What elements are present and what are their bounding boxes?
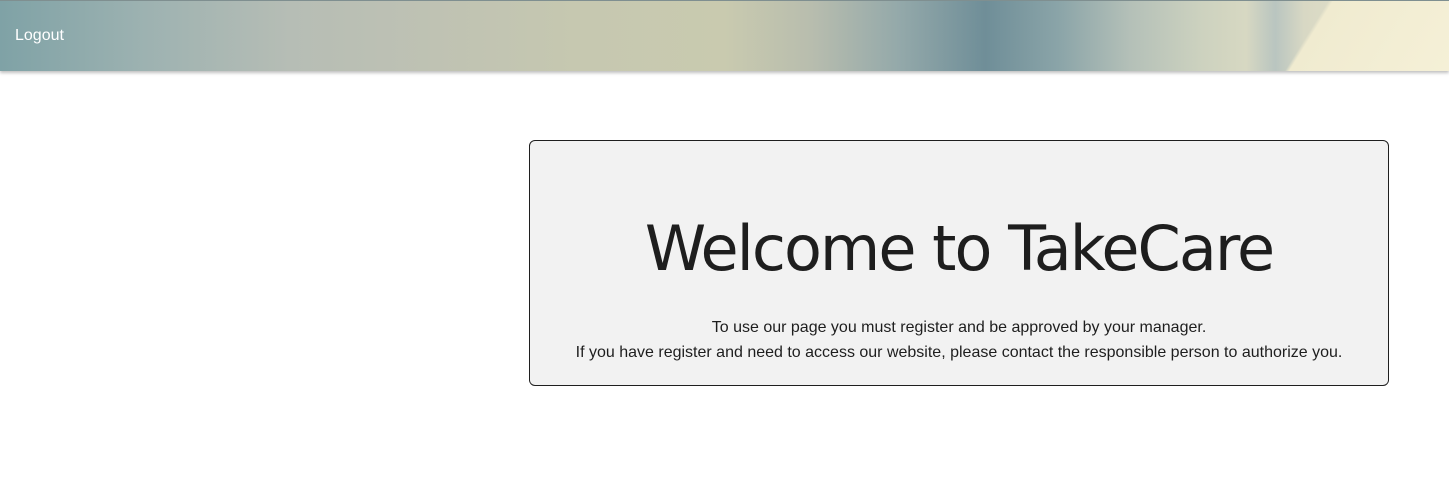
welcome-message-line-1: To use our page you must register and be… <box>711 319 1207 336</box>
top-navbar: Logout <box>0 0 1449 71</box>
welcome-message: To use our page you must register and be… <box>530 315 1388 365</box>
welcome-card: Welcome to TakeCare To use our page you … <box>529 140 1389 386</box>
welcome-message-line-2: If you have register and need to access … <box>575 344 1343 361</box>
logout-link[interactable]: Logout <box>15 27 64 45</box>
welcome-title: Welcome to TakeCare <box>644 212 1275 285</box>
